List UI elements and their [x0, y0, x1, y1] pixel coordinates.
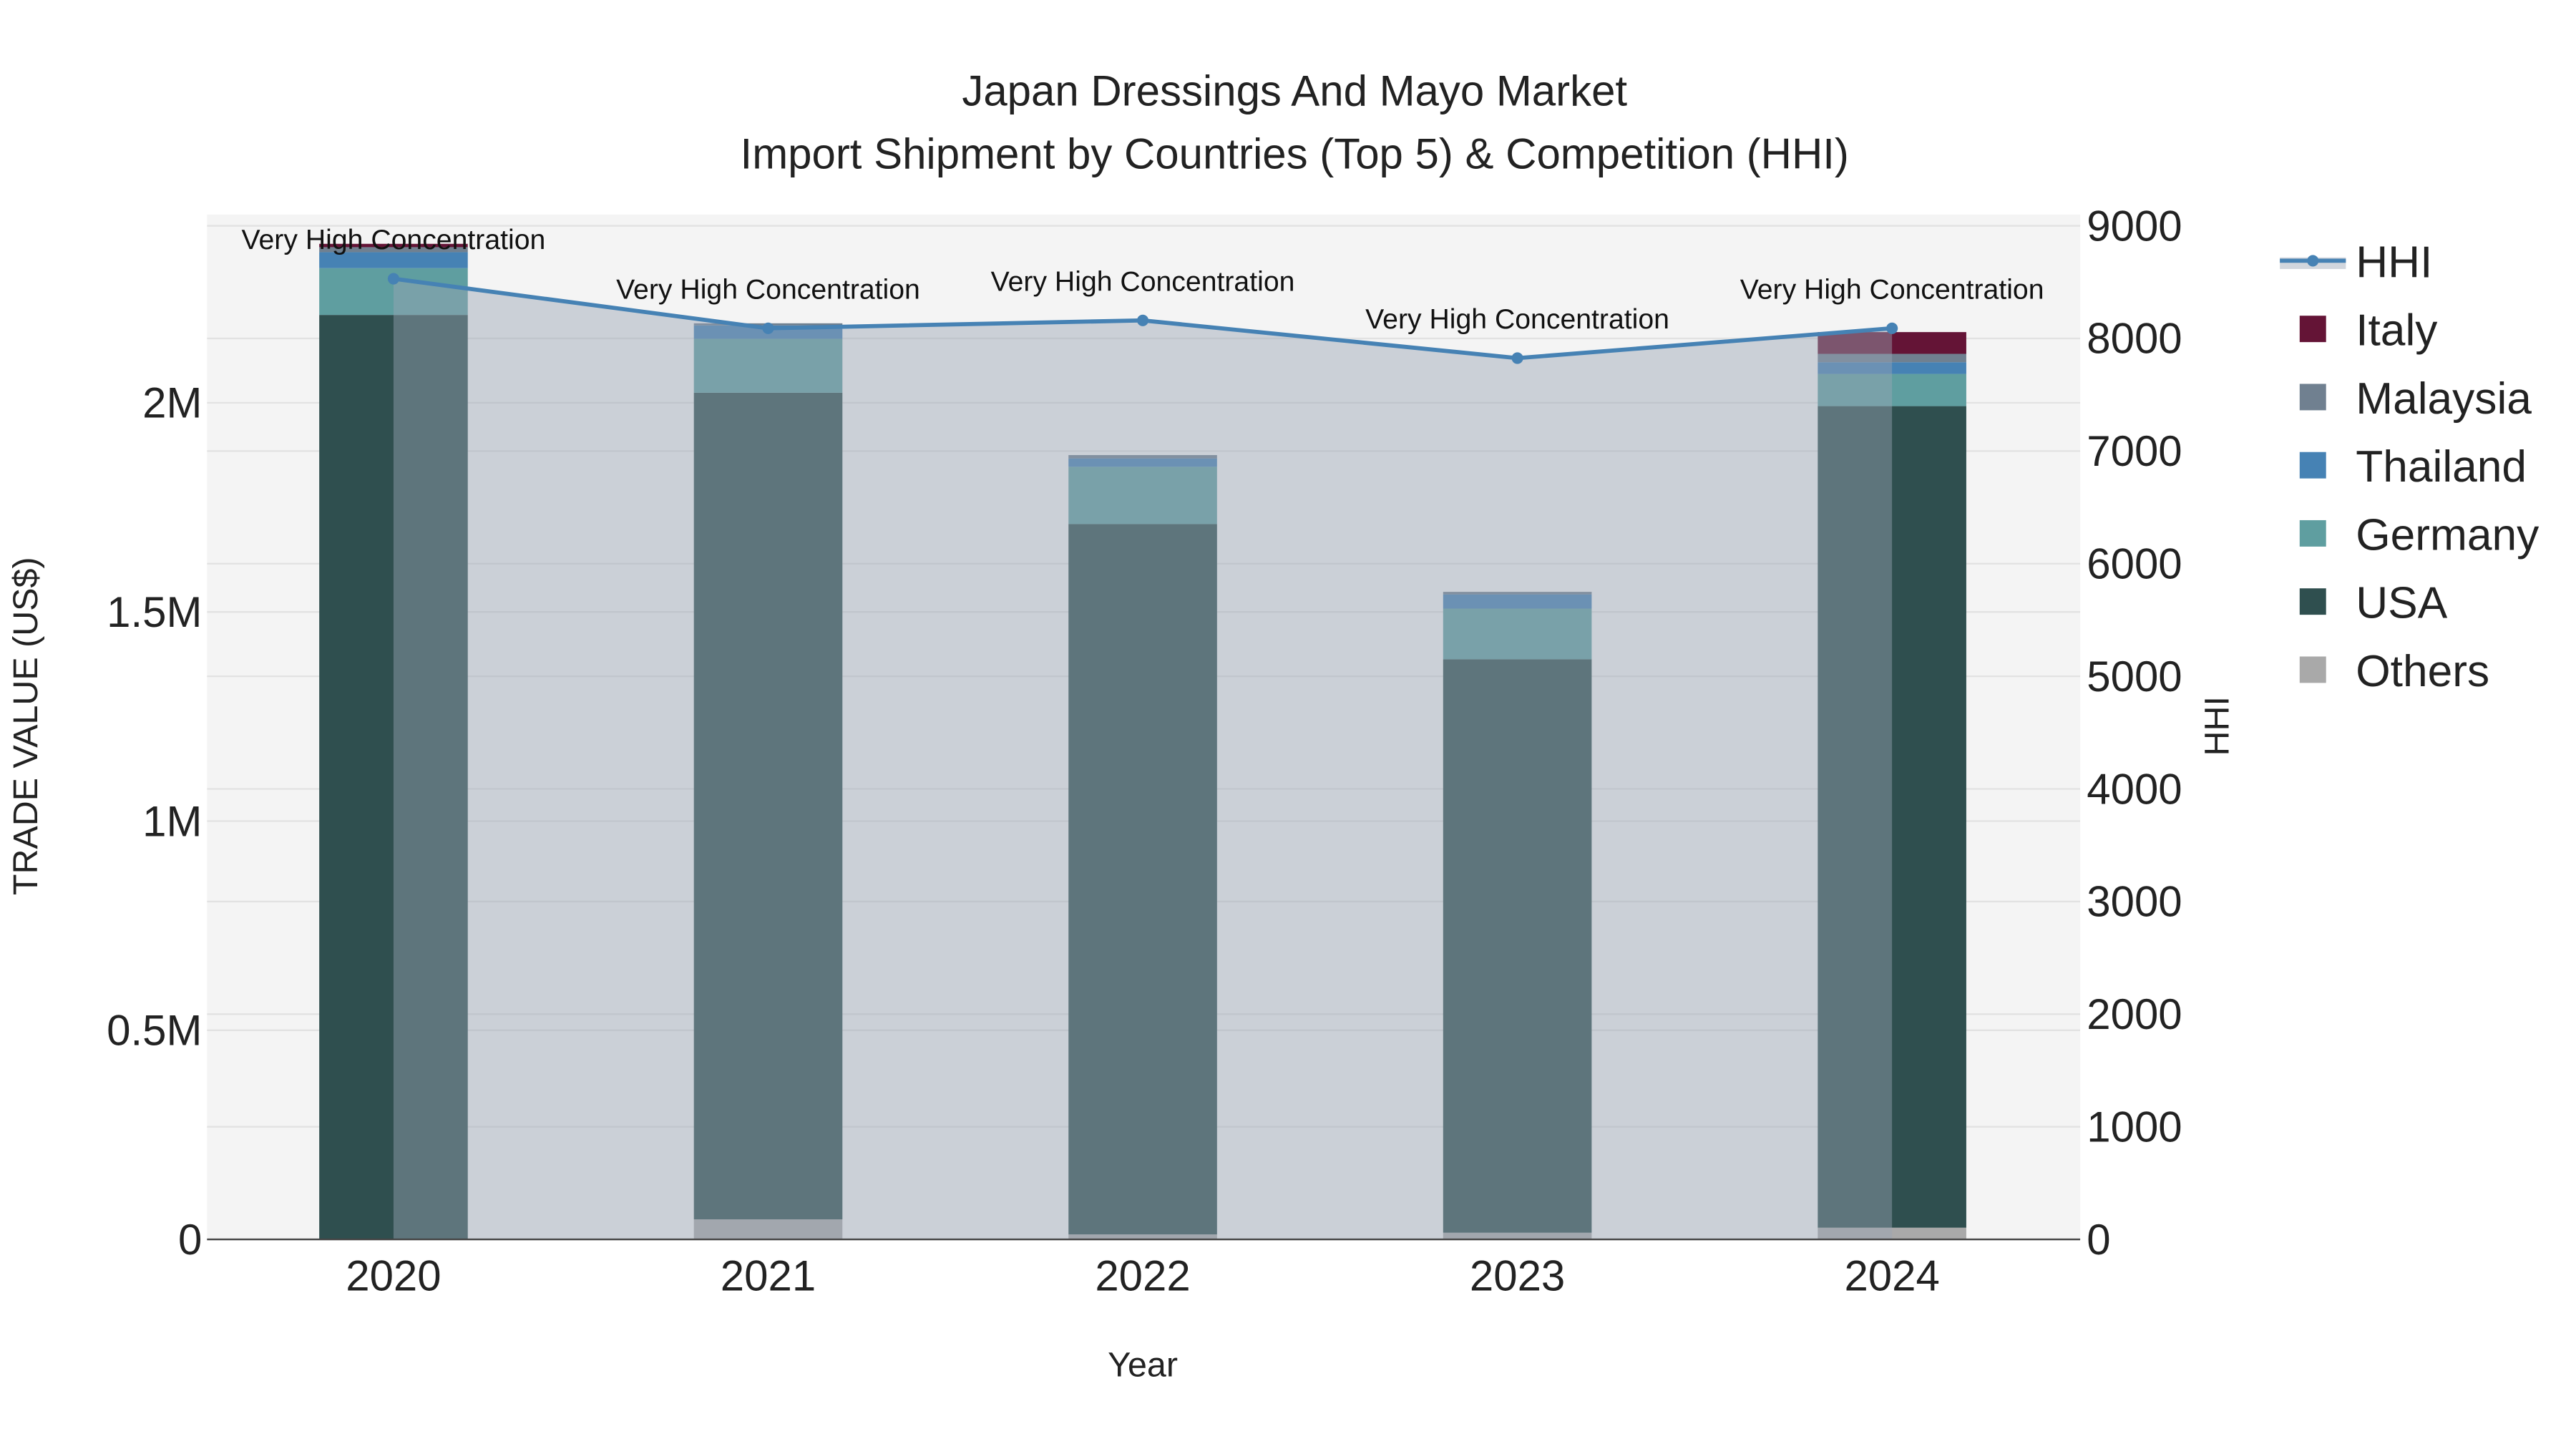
- legend-label: Others: [2356, 647, 2489, 696]
- y2-axis-title: HHI: [2198, 696, 2237, 756]
- y-axis-title: TRADE VALUE (US$): [6, 557, 45, 895]
- legend: HHI Italy Malaysia Thailand Germany USA Others: [2280, 238, 2540, 696]
- hhi-point-2020[interactable]: [387, 273, 400, 285]
- y2-tick-label: 7000: [2087, 427, 2182, 475]
- x-tick-label: 2021: [721, 1252, 816, 1300]
- hhi-layer: Very High Concentration Very High Concent…: [242, 225, 2044, 1240]
- legend-label: HHI: [2356, 238, 2432, 287]
- x-tick-label: 2022: [1095, 1252, 1190, 1300]
- hhi-point-2023[interactable]: [1511, 352, 1523, 364]
- legend-item-hhi[interactable]: HHI: [2280, 238, 2432, 287]
- y2-tick-label: 0: [2087, 1216, 2110, 1264]
- hhi-annotation: Very High Concentration: [1365, 304, 1669, 335]
- legend-label: Italy: [2356, 306, 2438, 356]
- legend-marker: [2307, 255, 2319, 267]
- legend-label: Thailand: [2356, 442, 2527, 492]
- legend-swatch: [2299, 452, 2326, 479]
- y-tick-label: 0.5M: [107, 1007, 202, 1055]
- y-tick-label: 0: [178, 1216, 202, 1264]
- y2-tick-label: 4000: [2087, 765, 2182, 813]
- y2-tick-label: 1000: [2087, 1103, 2182, 1151]
- x-tick-label: 2024: [1844, 1252, 1939, 1300]
- legend-swatch: [2299, 588, 2326, 615]
- legend-swatch: [2299, 384, 2326, 411]
- hhi-annotation: Very High Concentration: [616, 274, 920, 305]
- legend-swatch: [2299, 656, 2326, 683]
- y2-tick-label: 6000: [2087, 540, 2182, 587]
- y-tick-label: 2M: [142, 379, 202, 427]
- hhi-annotation: Very High Concentration: [1740, 274, 2044, 305]
- legend-item-italy[interactable]: Italy: [2299, 306, 2438, 356]
- hhi-annotation: Very High Concentration: [242, 225, 546, 255]
- legend-label: Germany: [2356, 510, 2540, 560]
- hhi-point-2022[interactable]: [1136, 314, 1149, 326]
- y2-tick-label: 5000: [2087, 653, 2182, 701]
- x-tick-label: 2020: [346, 1252, 441, 1300]
- legend-swatch: [2299, 519, 2326, 547]
- hhi-annotation: Very High Concentration: [991, 266, 1295, 297]
- legend-item-germany[interactable]: Germany: [2299, 510, 2540, 560]
- y2-tick-label: 2000: [2087, 990, 2182, 1038]
- y-tick-label: 1M: [142, 797, 202, 845]
- legend-label: Malaysia: [2356, 374, 2532, 424]
- y2-tick-label: 8000: [2087, 315, 2182, 363]
- x-axis-title: Year: [1108, 1346, 1178, 1385]
- chart-title-line2: Import Shipment by Countries (Top 5) & C…: [741, 130, 1849, 177]
- y-tick-label: 1.5M: [107, 588, 202, 636]
- y2-tick-label: 3000: [2087, 878, 2182, 926]
- legend-swatch: [2299, 316, 2326, 343]
- chart: Very High Concentration Very High Concent…: [6, 67, 2540, 1385]
- chart-title-line1: Japan Dressings And Mayo Market: [962, 67, 1627, 115]
- legend-item-malaysia[interactable]: Malaysia: [2299, 374, 2532, 424]
- hhi-area: [393, 278, 1893, 1240]
- hhi-point-2021[interactable]: [762, 322, 774, 334]
- legend-item-thailand[interactable]: Thailand: [2299, 442, 2527, 492]
- hhi-point-2024[interactable]: [1886, 322, 1898, 334]
- y2-tick-label: 9000: [2087, 202, 2182, 250]
- legend-item-usa[interactable]: USA: [2299, 579, 2448, 628]
- legend-item-others[interactable]: Others: [2299, 647, 2489, 696]
- x-tick-label: 2023: [1470, 1252, 1565, 1300]
- legend-label: USA: [2356, 579, 2447, 628]
